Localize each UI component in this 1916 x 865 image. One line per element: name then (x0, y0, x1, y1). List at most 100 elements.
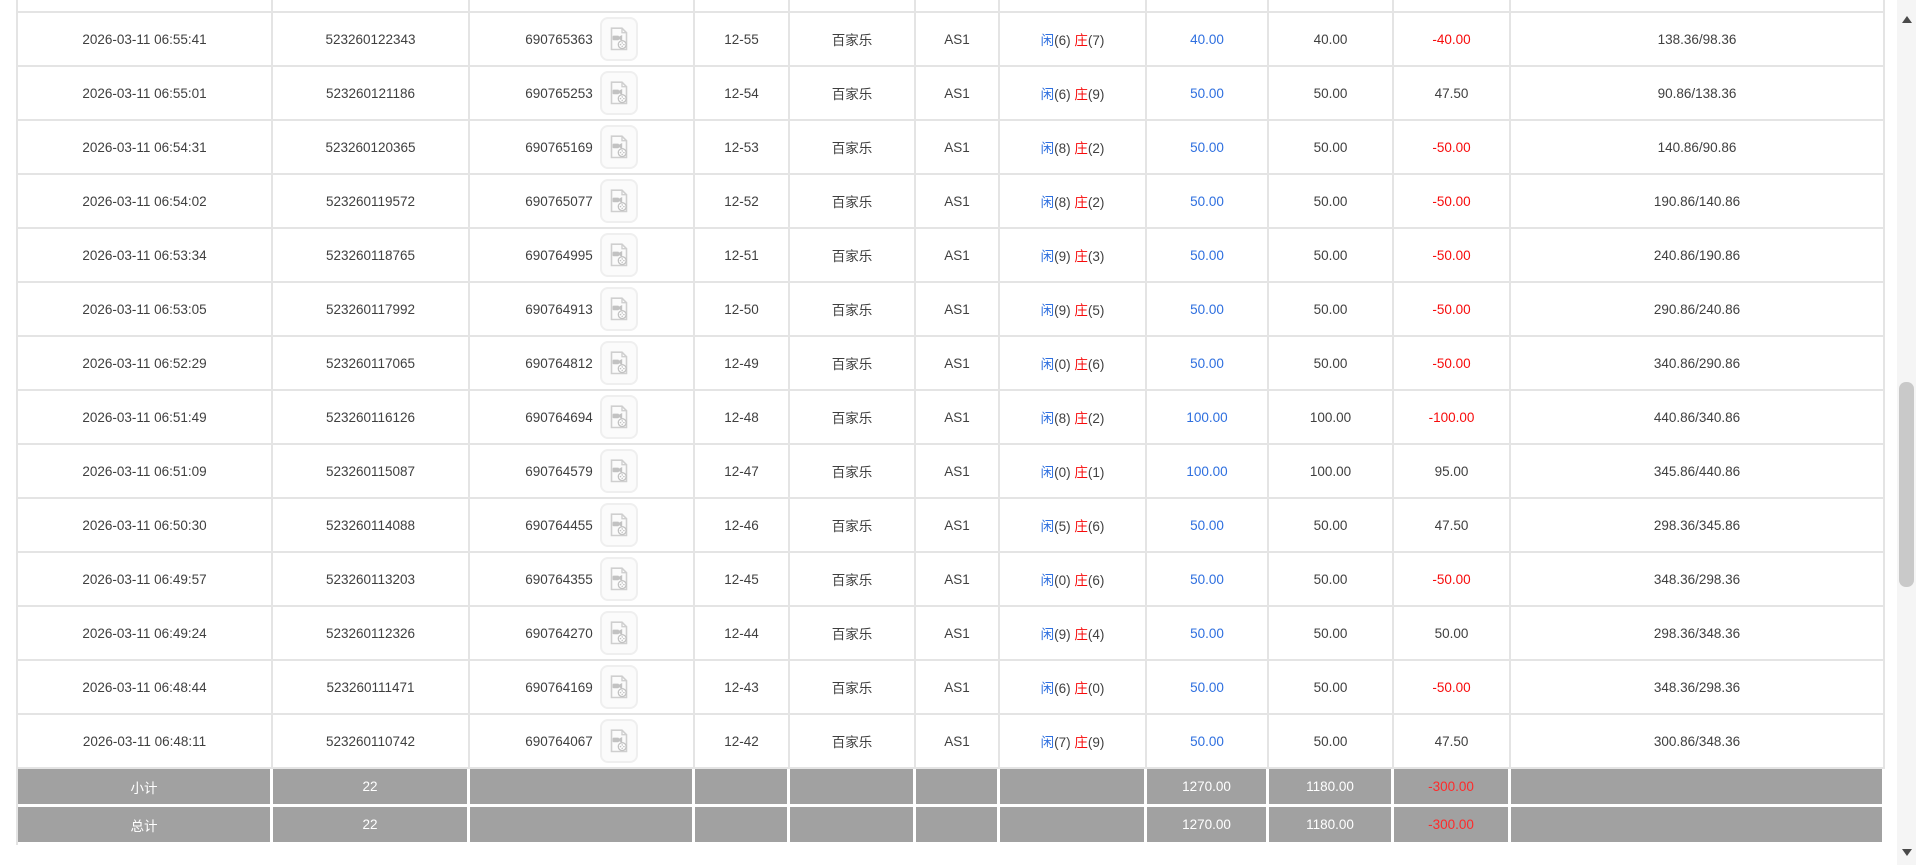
video-replay-button[interactable] (600, 449, 638, 493)
bet-amount[interactable]: 100.00 (1147, 445, 1269, 499)
banker-result-label: 庄 (1074, 357, 1088, 372)
bet-amount[interactable]: 50.00 (1147, 715, 1269, 769)
bet-amount[interactable]: 50.00 (1147, 607, 1269, 661)
record-row: 2026-03-11 06:48:44523260111471690764169… (18, 661, 1885, 715)
round-number: 12-43 (695, 661, 790, 715)
total-bet: 1270.00 (1147, 807, 1269, 845)
valid-bet: 50.00 (1269, 283, 1394, 337)
game-result-cell: 闲(9) 庄(3) (1000, 229, 1147, 283)
video-replay-icon (609, 297, 629, 321)
video-replay-button[interactable] (600, 503, 638, 547)
video-replay-button[interactable] (600, 395, 638, 439)
record-row: 2026-03-11 06:51:09523260115087690764579… (18, 445, 1885, 499)
balance: 190.86/140.86 (1511, 175, 1885, 229)
banker-result-label: 庄 (1074, 681, 1088, 696)
game-type: 百家乐 (790, 391, 916, 445)
game-result-cell: 闲(0) 庄(6) (1000, 553, 1147, 607)
banker-result-label: 庄 (1074, 627, 1088, 642)
banker-result-score: (7) (1088, 33, 1105, 48)
bet-amount[interactable]: 50.00 (1147, 67, 1269, 121)
video-replay-button[interactable] (600, 665, 638, 709)
video-replay-icon (609, 513, 629, 537)
table-name: AS1 (916, 229, 1000, 283)
video-replay-button[interactable] (600, 287, 638, 331)
player-result-score: (0) (1054, 573, 1071, 588)
video-replay-button[interactable] (600, 17, 638, 61)
scroll-down-button[interactable] (1897, 839, 1916, 865)
vertical-scrollbar[interactable] (1897, 0, 1916, 865)
bet-amount[interactable]: 50.00 (1147, 661, 1269, 715)
bet-amount[interactable]: 100.00 (1147, 391, 1269, 445)
win-loss: -50.00 (1394, 121, 1511, 175)
scrollbar-thumb[interactable] (1899, 382, 1914, 587)
valid-bet: 50.00 (1269, 337, 1394, 391)
game-round-id-cell: 690764812 (470, 337, 695, 391)
video-replay-button[interactable] (600, 557, 638, 601)
video-replay-button[interactable] (600, 341, 638, 385)
player-result-score: (0) (1054, 357, 1071, 372)
round-number: 12-48 (695, 391, 790, 445)
bet-time: 2026-03-11 06:51:09 (18, 445, 273, 499)
game-type: 百家乐 (790, 337, 916, 391)
bet-amount[interactable]: 50.00 (1147, 337, 1269, 391)
banker-result-score: (3) (1088, 249, 1105, 264)
banker-result-label: 庄 (1074, 33, 1088, 48)
total-row: 总计 22 1270.00 1180.00 -300.00 (18, 807, 1885, 845)
record-row: 2026-03-11 06:52:29523260117065690764812… (18, 337, 1885, 391)
game-round-id: 690764579 (525, 464, 593, 479)
table-name: AS1 (916, 283, 1000, 337)
bet-amount[interactable]: 40.00 (1147, 13, 1269, 67)
table-name: AS1 (916, 553, 1000, 607)
balance: 298.36/345.86 (1511, 499, 1885, 553)
round-number: 12-42 (695, 715, 790, 769)
bet-id: 523260111471 (273, 661, 470, 715)
video-replay-icon (609, 351, 629, 375)
bet-time: 2026-03-11 06:49:57 (18, 553, 273, 607)
record-row: 2026-03-11 06:53:05523260117992690764913… (18, 283, 1885, 337)
game-round-id: 690765363 (525, 32, 593, 47)
bet-amount[interactable]: 50.00 (1147, 175, 1269, 229)
video-replay-button[interactable] (600, 71, 638, 115)
banker-result-score: (2) (1088, 411, 1105, 426)
player-result-label: 闲 (1041, 357, 1055, 372)
video-replay-button[interactable] (600, 719, 638, 763)
player-result-score: (6) (1054, 87, 1071, 102)
banker-result-label: 庄 (1074, 249, 1088, 264)
player-result-score: (9) (1054, 627, 1071, 642)
video-replay-button[interactable] (600, 125, 638, 169)
banker-result-score: (5) (1088, 303, 1105, 318)
game-round-id-cell: 690764169 (470, 661, 695, 715)
scroll-up-button[interactable] (1897, 6, 1916, 32)
subtotal-row: 小计 22 1270.00 1180.00 -300.00 (18, 769, 1885, 807)
game-type: 百家乐 (790, 283, 916, 337)
player-result-score: (5) (1054, 519, 1071, 534)
video-replay-button[interactable] (600, 611, 638, 655)
game-round-id-cell: 690765169 (470, 121, 695, 175)
win-loss: -40.00 (1394, 13, 1511, 67)
bet-amount[interactable]: 50.00 (1147, 553, 1269, 607)
video-replay-icon (609, 675, 629, 699)
record-row: 2026-03-11 06:53:34523260118765690764995… (18, 229, 1885, 283)
game-result: 闲(6) 庄(9) (1041, 87, 1105, 102)
bet-amount[interactable]: 50.00 (1147, 229, 1269, 283)
game-result: 闲(0) 庄(6) (1041, 573, 1105, 588)
video-replay-button[interactable] (600, 179, 638, 223)
win-loss: -50.00 (1394, 661, 1511, 715)
video-replay-button[interactable] (600, 233, 638, 277)
balance: 138.36/98.36 (1511, 13, 1885, 67)
game-result: 闲(5) 庄(6) (1041, 519, 1105, 534)
valid-bet: 50.00 (1269, 607, 1394, 661)
bet-amount[interactable]: 50.00 (1147, 283, 1269, 337)
game-result-cell: 闲(9) 庄(4) (1000, 607, 1147, 661)
game-result-cell: 闲(0) 庄(1) (1000, 445, 1147, 499)
game-result: 闲(9) 庄(3) (1041, 249, 1105, 264)
win-loss: 95.00 (1394, 445, 1511, 499)
bet-time: 2026-03-11 06:53:05 (18, 283, 273, 337)
round-number: 12-44 (695, 607, 790, 661)
bet-amount[interactable]: 50.00 (1147, 499, 1269, 553)
game-type: 百家乐 (790, 175, 916, 229)
total-valid-bet: 1180.00 (1269, 807, 1394, 845)
player-result-score: (9) (1054, 249, 1071, 264)
subtotal-winloss: -300.00 (1394, 769, 1511, 807)
bet-amount[interactable]: 50.00 (1147, 121, 1269, 175)
